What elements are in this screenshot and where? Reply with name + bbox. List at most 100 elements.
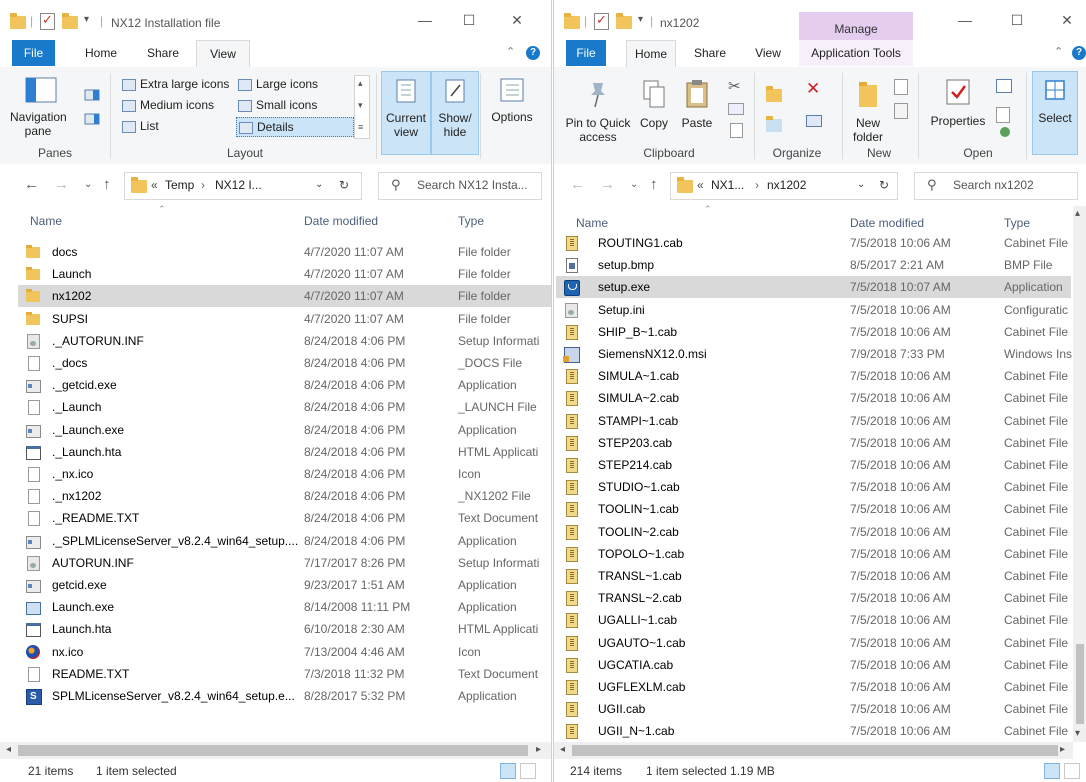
file-row[interactable]: SIMULA~2.cab 7/5/2018 10:06 AM Cabinet Fil… <box>556 387 1071 409</box>
file-row[interactable]: STEP203.cab 7/5/2018 10:06 AM Cabinet File <box>556 432 1071 454</box>
large-icons-view-icon[interactable] <box>1064 763 1080 779</box>
file-row[interactable]: Launch.hta 6/10/2018 2:30 AM HTML Applicat… <box>18 618 551 640</box>
scroll-up-icon[interactable]: ▴ <box>1075 208 1080 219</box>
close-icon[interactable]: ✕ <box>506 12 528 30</box>
scroll-left-icon[interactable]: ◂ <box>6 744 11 755</box>
paste-shortcut-icon[interactable] <box>730 123 743 138</box>
breadcrumb-temp[interactable]: Temp <box>165 178 194 192</box>
tab-file[interactable]: File <box>566 40 606 66</box>
file-row[interactable]: nx.ico 7/13/2004 4:46 AM Icon <box>18 641 551 663</box>
vertical-scrollbar[interactable]: ▴ ▾ <box>1073 206 1086 742</box>
current-view-button[interactable]: Current view <box>381 71 431 155</box>
details-view-icon[interactable] <box>500 763 516 779</box>
maximize-icon[interactable]: ☐ <box>1006 12 1028 30</box>
scroll-right-icon[interactable]: ▸ <box>1060 744 1065 755</box>
back-icon[interactable]: ← <box>570 176 585 193</box>
file-row[interactable]: ._SPLMLicenseServer_v8.2.4_win64_setup..… <box>18 530 551 552</box>
customize-toolbar-icon[interactable]: ▾ <box>638 14 643 25</box>
file-row[interactable]: ._docs 8/24/2018 4:06 PM _DOCS File <box>18 352 551 374</box>
history-icon[interactable] <box>1000 127 1010 137</box>
details-pane-icon[interactable] <box>84 113 100 125</box>
tab-file[interactable]: File <box>12 40 55 66</box>
customize-toolbar-icon[interactable]: ▾ <box>84 14 89 25</box>
file-row[interactable]: AUTORUN.INF 7/17/2017 8:26 PM Setup Inform… <box>18 552 551 574</box>
scroll-down-icon[interactable]: ▾ <box>358 100 363 111</box>
tab-application-tools[interactable]: Application Tools <box>799 40 913 66</box>
close-icon[interactable]: ✕ <box>1056 12 1078 30</box>
file-row[interactable]: ._Launch 8/24/2018 4:06 PM _LAUNCH File <box>18 396 551 418</box>
column-date-modified[interactable]: Date modified <box>850 216 924 230</box>
file-row[interactable]: TRANSL~1.cab 7/5/2018 10:06 AM Cabinet Fil… <box>556 565 1071 587</box>
column-type[interactable]: Type <box>458 214 484 228</box>
horizontal-scrollbar[interactable]: ◂ ▸ <box>554 742 1073 759</box>
collapse-ribbon-icon[interactable]: ⌃ <box>1054 45 1063 58</box>
scroll-thumb[interactable] <box>572 745 1058 756</box>
cut-icon[interactable]: ✂ <box>728 77 741 95</box>
layout-list[interactable]: List <box>120 117 159 135</box>
layout-scroll[interactable]: ▴ ▾ ≡ <box>354 75 370 139</box>
tab-view[interactable]: View <box>196 40 250 68</box>
help-icon[interactable]: ? <box>1072 46 1086 60</box>
tab-view[interactable]: View <box>746 40 790 66</box>
file-row[interactable]: setup.exe 7/5/2018 10:07 AM Application <box>556 276 1071 299</box>
breadcrumb-current[interactable]: nx1202 <box>767 178 806 192</box>
options-button[interactable]: Options <box>482 77 542 124</box>
file-row[interactable]: UGII_N~1.cab 7/5/2018 10:06 AM Cabinet Fil… <box>556 720 1071 742</box>
recent-locations-icon[interactable]: ⌄ <box>84 179 92 190</box>
help-icon[interactable]: ? <box>526 46 540 60</box>
file-row[interactable]: ._AUTORUN.INF 8/24/2018 4:06 PM Setup Info… <box>18 330 551 352</box>
file-row[interactable]: UGFLEXLM.cab 7/5/2018 10:06 AM Cabinet Fil… <box>556 676 1071 698</box>
tab-home[interactable]: Home <box>626 40 676 68</box>
scroll-thumb[interactable] <box>18 745 528 756</box>
horizontal-scrollbar[interactable]: ◂ ▸ <box>0 742 551 759</box>
new-folder-quick-icon[interactable] <box>616 13 632 29</box>
up-icon[interactable]: ↑ <box>650 176 658 193</box>
file-row[interactable]: nx1202 4/7/2020 11:07 AM File folder <box>18 285 551 308</box>
file-row[interactable]: UGII.cab 7/5/2018 10:06 AM Cabinet File <box>556 698 1071 720</box>
delete-icon[interactable]: ✕ <box>806 79 820 99</box>
paste-button[interactable]: Paste <box>676 79 718 130</box>
forward-icon[interactable]: → <box>600 176 615 193</box>
scroll-left-icon[interactable]: ◂ <box>560 744 565 755</box>
file-row[interactable]: ._nx.ico 8/24/2018 4:06 PM Icon <box>18 463 551 485</box>
column-name[interactable]: Name <box>30 214 62 228</box>
forward-icon[interactable]: → <box>54 176 69 193</box>
properties-quick-icon[interactable] <box>40 12 55 30</box>
file-row[interactable]: STUDIO~1.cab 7/5/2018 10:06 AM Cabinet Fil… <box>556 476 1071 498</box>
file-row[interactable]: Launch.exe 8/14/2008 11:11 PM Application <box>18 596 551 618</box>
search-box[interactable]: ⚲ Search nx1202 <box>914 172 1078 200</box>
scroll-up-icon[interactable]: ▴ <box>358 78 363 89</box>
tab-share[interactable]: Share <box>136 40 190 66</box>
file-row[interactable]: ._Launch.exe 8/24/2018 4:06 PM Application <box>18 419 551 441</box>
manage-context-tab[interactable]: Manage <box>799 12 913 40</box>
refresh-icon[interactable]: ↻ <box>339 178 349 192</box>
back-icon[interactable]: ← <box>24 176 39 193</box>
minimize-icon[interactable]: — <box>414 12 436 30</box>
large-icons-view-icon[interactable] <box>520 763 536 779</box>
breadcrumb-overflow[interactable]: « <box>697 178 704 192</box>
layout-small-icons[interactable]: Small icons <box>236 96 317 114</box>
tab-home[interactable]: Home <box>76 40 126 66</box>
collapse-ribbon-icon[interactable]: ⌃ <box>506 45 515 58</box>
refresh-icon[interactable]: ↻ <box>879 178 889 192</box>
file-row[interactable]: SIMULA~1.cab 7/5/2018 10:06 AM Cabinet Fil… <box>556 365 1071 387</box>
file-row[interactable]: STAMPI~1.cab 7/5/2018 10:06 AM Cabinet Fil… <box>556 410 1071 432</box>
maximize-icon[interactable]: ☐ <box>458 12 480 30</box>
properties-button[interactable]: Properties <box>926 77 990 128</box>
copy-button[interactable]: Copy <box>636 79 672 130</box>
scroll-right-icon[interactable]: ▸ <box>536 744 541 755</box>
file-row[interactable]: ._README.TXT 8/24/2018 4:06 PM Text Docume… <box>18 507 551 529</box>
new-item-icon[interactable] <box>894 79 908 95</box>
file-row[interactable]: docs 4/7/2020 11:07 AM File folder <box>18 241 551 263</box>
breadcrumb-overflow[interactable]: « <box>151 178 158 192</box>
up-icon[interactable]: ↑ <box>103 176 111 193</box>
file-row[interactable]: UGCATIA.cab 7/5/2018 10:06 AM Cabinet File <box>556 654 1071 676</box>
file-row[interactable]: TOPOLO~1.cab 7/5/2018 10:06 AM Cabinet Fil… <box>556 543 1071 565</box>
pin-to-quick-access-button[interactable]: Pin to Quick access <box>560 79 636 144</box>
new-folder-button[interactable]: New folder <box>848 79 888 144</box>
file-row[interactable]: SPLMLicenseServer_v8.2.4_win64_setup.e..… <box>18 685 551 708</box>
copy-path-icon[interactable] <box>728 103 744 115</box>
navigation-pane-button[interactable]: Navigation pane <box>10 77 72 138</box>
address-bar[interactable]: « Temp › NX12 I... ⌄ ↻ <box>124 172 362 200</box>
breadcrumb-parent[interactable]: NX1... <box>711 178 744 192</box>
